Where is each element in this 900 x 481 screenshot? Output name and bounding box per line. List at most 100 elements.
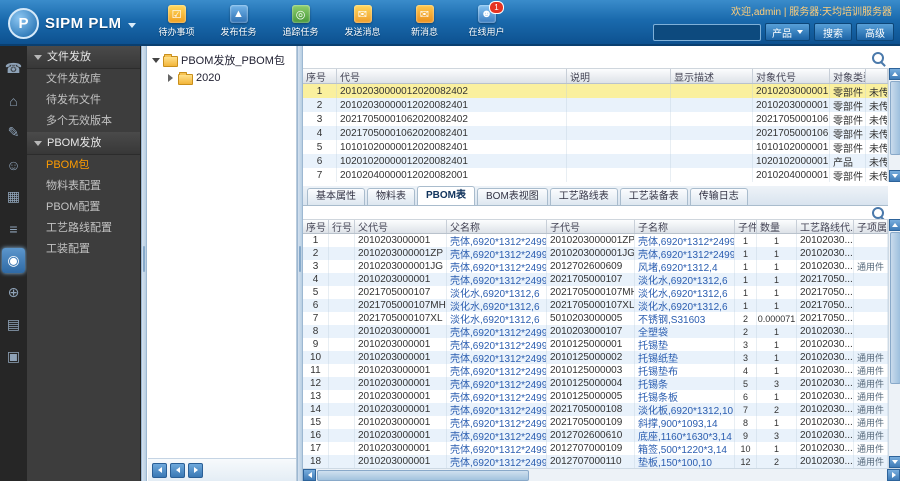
cell-object-type: 零部件 [830, 84, 866, 98]
network-icon[interactable]: ◉ [2, 248, 25, 273]
sidebar-item-多个无效版本[interactable]: 多个无效版本 [27, 111, 140, 132]
expander-icon[interactable] [151, 57, 160, 63]
bom-row[interactable]: 12010203000001壳体,6920*1312*2499,6(4...20… [303, 234, 888, 247]
sidebar-item-文件发放库[interactable]: 文件发放库 [27, 69, 140, 90]
bom-row[interactable]: 5 2021705000107 淡化水,6920*1312,6 20217050001… [303, 286, 888, 299]
cell-piece-count: 7 [735, 403, 757, 416]
tab-PBOM表[interactable]: PBOM表 [417, 186, 475, 205]
bom-row[interactable]: 152010203000001壳体,6920*1312*2499,6(4...2… [303, 416, 888, 429]
toolbar-item-todo[interactable]: ☑ 待办事项 [150, 5, 203, 38]
tree-node-2020[interactable]: 2020 [151, 69, 293, 87]
cell-piece-count: 9 [735, 429, 757, 442]
bom-row[interactable]: 112010203000001壳体,6920*1312*2499,6(4...2… [303, 364, 888, 377]
bom-row[interactable]: 7 2021705000107XL 淡化水,6920*1312,6 501020300… [303, 312, 888, 325]
sidebar-item-PBOM包[interactable]: PBOM包 [27, 155, 140, 176]
search-category-select[interactable]: 产品 [765, 23, 810, 41]
cell-route-code: 20217050... [797, 273, 854, 286]
tree-node-root[interactable]: PBOM发放_PBOM包 [151, 51, 293, 69]
advanced-search-button[interactable]: 高级 [856, 23, 894, 41]
book-icon[interactable]: ▤ [2, 312, 25, 337]
sidebar-item-待发布文件[interactable]: 待发布文件 [27, 90, 140, 111]
scroll-up-button[interactable] [889, 68, 900, 80]
cell-child-name: 壳体,6920*1312*2499,6(4... [635, 234, 735, 247]
cell-line-no [329, 416, 355, 429]
package-row[interactable]: 5 10101020000012020082401 1010102000001 零部件… [303, 140, 888, 154]
bom-row[interactable]: 82010203000001壳体,6920*1312*2499,6(4...20… [303, 325, 888, 338]
expander-icon[interactable] [168, 74, 173, 82]
bom-row[interactable]: 6 2021705000107MH 淡化水,6920*1312,6 202170500… [303, 299, 888, 312]
bom-row[interactable]: 122010203000001壳体,6920*1312*2499,6(4...2… [303, 377, 888, 390]
card-icon[interactable]: ▣ [2, 344, 25, 369]
package-row[interactable]: 4 20217050001062020082401 2021705000106 零部件… [303, 126, 888, 140]
tree-next-page-button[interactable] [188, 462, 203, 478]
cell-route-code: 20217050... [797, 299, 854, 312]
toolbar-item-track-task[interactable]: ◎ 追踪任务 [274, 5, 327, 38]
scrollbar-thumb[interactable] [317, 470, 529, 481]
tab-基本属性[interactable]: 基本属性 [307, 188, 365, 205]
bom-row[interactable]: 162010203000001壳体,6920*1312*2499,6(4...2… [303, 429, 888, 442]
package-row[interactable]: 1 20102030000012020082402 2010203000001 零部件… [303, 84, 888, 98]
toolbar-item-publish-task[interactable]: ▲ 发布任务 [212, 5, 265, 38]
home-icon[interactable]: ⌂ [2, 88, 25, 113]
sidebar-item-物料表配置[interactable]: 物料表配置 [27, 176, 140, 197]
cell-quantity: 1 [757, 234, 797, 247]
bom-row[interactable]: 3 2010203000001JG壳体,6920*1312*2499,6(4...… [303, 260, 888, 273]
tree-prev-page-button[interactable] [170, 462, 185, 478]
calendar-icon[interactable]: ▦ [2, 184, 25, 209]
cell-attribute: 通用件 [854, 351, 888, 364]
sidebar-item-工装配置[interactable]: 工装配置 [27, 239, 140, 260]
horizontal-scrollbar[interactable] [303, 468, 900, 481]
tab-BOM表视图[interactable]: BOM表视图 [477, 188, 548, 205]
search-input[interactable] [653, 23, 761, 41]
scrollbar-thumb[interactable] [890, 81, 900, 155]
bom-row[interactable]: 142010203000001壳体,6920*1312*2499,6(4...2… [303, 403, 888, 416]
bom-row[interactable]: 42010203000001壳体,6920*1312*2499,6(4...20… [303, 273, 888, 286]
package-row[interactable]: 2 20102030000012020082401 2010203000001 零部件… [303, 98, 888, 112]
search-magnifier-icon[interactable] [872, 207, 884, 219]
bom-row[interactable]: 132010203000001壳体,6920*1312*2499,6(4...2… [303, 390, 888, 403]
scroll-right-button[interactable] [887, 469, 900, 481]
user-icon[interactable]: ☺ [2, 152, 25, 177]
toolbar-item-online-users[interactable]: ☻ 在线用户 1 [460, 1, 513, 38]
bom-row[interactable]: 182010203000001壳体,6920*1312*2499,6(4...2… [303, 455, 888, 468]
database-icon[interactable]: ≡ [2, 216, 25, 241]
tab-物料表[interactable]: 物料表 [367, 188, 415, 205]
tab-工艺路线表[interactable]: 工艺路线表 [549, 188, 618, 205]
bom-row[interactable]: 172010203000001壳体,6920*1312*2499,6(4...2… [303, 442, 888, 455]
package-table-scrollbar[interactable] [888, 68, 900, 182]
bom-table-scrollbar[interactable] [888, 219, 900, 468]
toolbar-item-send-message[interactable]: ✉ 发送消息 [336, 5, 389, 38]
sidebar-item-PBOM配置[interactable]: PBOM配置 [27, 197, 140, 218]
bom-row[interactable]: 92010203000001壳体,6920*1312*2499,6(4...20… [303, 338, 888, 351]
package-row[interactable]: 6 10201020000012020082401 1020102000001 产品未… [303, 154, 888, 168]
bom-row[interactable]: 102010203000001壳体,6920*1312*2499,6(4...2… [303, 351, 888, 364]
scroll-left-button[interactable] [303, 469, 316, 481]
menu-section-2[interactable]: PBOM发放 [27, 132, 140, 155]
support-icon[interactable]: ☎ [2, 56, 25, 81]
cell-quantity: 1 [757, 442, 797, 455]
search-magnifier-icon[interactable] [872, 52, 884, 64]
package-row[interactable]: 3 20217050001062020082402 2021705000106 零部件… [303, 112, 888, 126]
scroll-down-button[interactable] [889, 456, 900, 468]
target-icon[interactable]: ⊕ [2, 280, 25, 305]
package-row[interactable]: 7 20102040000012020082001 2010204000001 零部件… [303, 168, 888, 182]
splitter-menu-tree[interactable] [141, 46, 147, 481]
cell-piece-count: 12 [735, 455, 757, 468]
bom-row[interactable]: 22010203000001ZP壳体,6920*1312*2499,6(4...… [303, 247, 888, 260]
edit-icon[interactable]: ✎ [2, 120, 25, 145]
sidebar-item-工艺路线配置[interactable]: 工艺路线配置 [27, 218, 140, 239]
app-logo[interactable]: P SIPM PLM [8, 8, 136, 39]
scrollbar-thumb[interactable] [890, 232, 900, 384]
package-table-body: 1 20102030000012020082402 2010203000001 零部件… [303, 84, 888, 182]
toolbar-item-new-message[interactable]: ✉ 新消息 [398, 5, 451, 38]
menu-section-1[interactable]: 文件发放 [27, 46, 140, 69]
search-button[interactable]: 搜索 [814, 23, 852, 41]
scroll-up-button[interactable] [889, 219, 900, 231]
cell-seq: 7 [303, 168, 337, 182]
scroll-down-button[interactable] [889, 170, 900, 182]
tree-first-page-button[interactable] [152, 462, 167, 478]
tab-工艺装备表[interactable]: 工艺装备表 [619, 188, 688, 205]
cell-parent-code: 2010203000001 [355, 338, 447, 351]
tab-传输日志[interactable]: 传输日志 [689, 188, 748, 205]
cell-parent-name: 壳体,6920*1312*2499,6(4... [447, 416, 547, 429]
